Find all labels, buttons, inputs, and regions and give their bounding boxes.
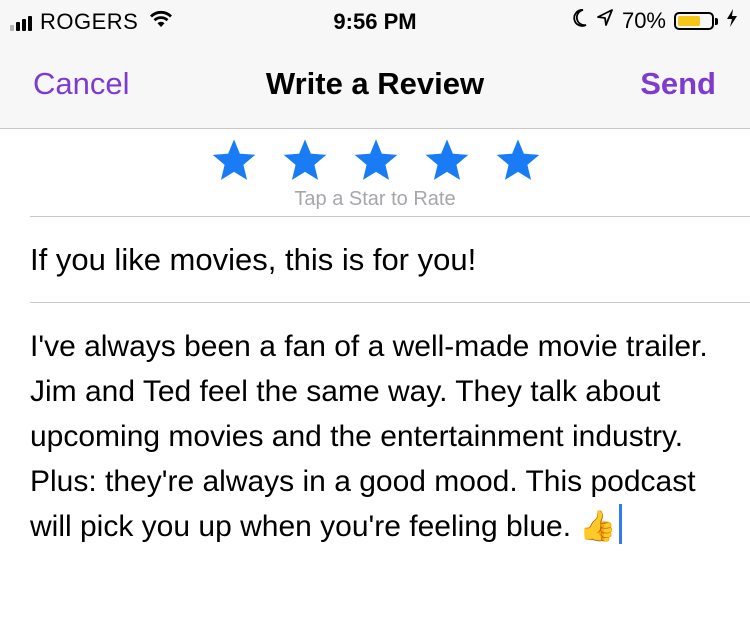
- star-3-icon[interactable]: [354, 138, 398, 182]
- location-icon: [596, 8, 614, 34]
- divider: [30, 216, 750, 217]
- star-5-icon[interactable]: [496, 138, 540, 182]
- star-rating[interactable]: [212, 138, 567, 182]
- review-body-field[interactable]: I've always been a fan of a well-made mo…: [30, 324, 735, 549]
- battery-icon: [674, 12, 714, 30]
- text-cursor: [618, 504, 622, 544]
- charging-icon: [726, 8, 738, 34]
- battery-percent: 70%: [621, 8, 666, 33]
- review-title-field[interactable]: If you like movies, this is for you!: [30, 240, 730, 280]
- navigation-bar: Cancel Write a Review Send: [0, 42, 750, 129]
- page-title: Write a Review: [265, 66, 485, 101]
- send-button[interactable]: Send: [640, 66, 716, 102]
- star-4-icon[interactable]: [425, 138, 469, 182]
- battery-nub: [715, 17, 718, 25]
- status-bar: ROGERS 9:56 PM 70%: [0, 0, 750, 42]
- review-body-text: I've always been a fan of a well-made mo…: [30, 330, 708, 543]
- star-2-icon[interactable]: [283, 138, 327, 182]
- divider: [30, 302, 750, 303]
- star-1-icon[interactable]: [212, 138, 256, 182]
- moon-icon: [572, 8, 588, 34]
- rating-hint: Tap a Star to Rate: [294, 188, 456, 210]
- battery-level: [678, 16, 700, 26]
- status-right: 70%: [564, 8, 738, 34]
